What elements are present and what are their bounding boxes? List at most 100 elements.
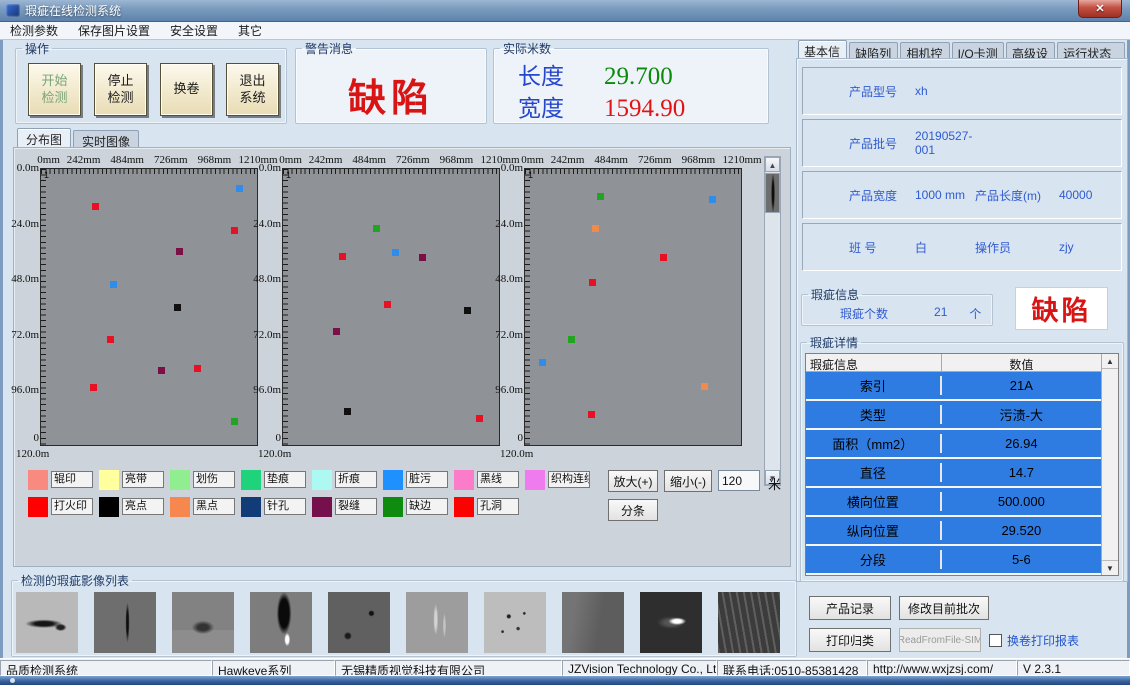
defect-marker-red[interactable] bbox=[107, 336, 114, 343]
defect-marker-black[interactable] bbox=[464, 307, 471, 314]
titlebar: 瑕疵在线检测系统 ✕ bbox=[0, 0, 1130, 22]
meters-unit-label: 米 bbox=[768, 474, 781, 493]
defect-marker-blue[interactable] bbox=[539, 359, 546, 366]
tab-advanced-settings[interactable]: 高级设置 bbox=[1006, 42, 1055, 59]
status-cell-5: 联系电话:0510-85381428 bbox=[717, 660, 867, 676]
defect-marker-green[interactable] bbox=[597, 193, 604, 200]
defect-detail-row[interactable]: 类型污渍-大 bbox=[806, 401, 1101, 430]
defect-image-1[interactable] bbox=[16, 592, 78, 653]
table-scrollbar[interactable]: ▲ ▼ bbox=[1101, 354, 1118, 575]
table-scroll-up-icon[interactable]: ▲ bbox=[1102, 354, 1118, 369]
defect-image-gallery: 检测的瑕疵影像列表 bbox=[11, 572, 797, 657]
defect-image-6[interactable] bbox=[406, 592, 468, 653]
defect-marker-blue[interactable] bbox=[236, 185, 243, 192]
legend-label-box: 辊印 bbox=[51, 471, 93, 488]
defect-image-10[interactable] bbox=[718, 592, 780, 653]
tab-defect-list[interactable]: 缺陷列表 bbox=[849, 42, 898, 59]
defect-marker-green[interactable] bbox=[568, 336, 575, 343]
zoom-out-button[interactable]: 缩小(-) bbox=[664, 470, 712, 492]
defect-detail-row[interactable]: 纵向位置29.520 bbox=[806, 517, 1101, 546]
defect-image-8[interactable] bbox=[562, 592, 624, 653]
reprint-checkbox[interactable] bbox=[989, 634, 1002, 647]
change-roll-button[interactable]: 换卷 bbox=[160, 63, 213, 116]
detail-value: 21A bbox=[942, 378, 1101, 393]
defect-marker-blue[interactable] bbox=[709, 196, 716, 203]
scatter-plot-lane-2[interactable]: 1 bbox=[282, 168, 500, 446]
defect-detail-row[interactable]: 直径14.7 bbox=[806, 459, 1101, 488]
y-tick-label: 48.0m bbox=[495, 273, 523, 285]
defect-marker-green[interactable] bbox=[231, 418, 238, 425]
zoom-in-button[interactable]: 放大(+) bbox=[608, 470, 658, 492]
start-detection-button[interactable]: 开始 检测 bbox=[28, 63, 81, 116]
defect-marker-orange[interactable] bbox=[592, 225, 599, 232]
exit-system-button[interactable]: 退出 系统 bbox=[226, 63, 279, 116]
tab-distribution-map[interactable]: 分布图 bbox=[17, 128, 71, 147]
defect-marker-red[interactable] bbox=[660, 254, 667, 261]
print-sort-button[interactable]: 打印归类 bbox=[809, 628, 891, 652]
scrollbar-thumb[interactable] bbox=[765, 173, 780, 213]
y-origin-label: 0 bbox=[34, 432, 40, 444]
defect-marker-red[interactable] bbox=[231, 227, 238, 234]
defect-marker-red[interactable] bbox=[90, 384, 97, 391]
table-header: 瑕疵信息 数值 bbox=[806, 354, 1101, 372]
detail-value: 500.000 bbox=[942, 494, 1101, 509]
defect-marker-maroon[interactable] bbox=[158, 367, 165, 374]
defect-marker-blue[interactable] bbox=[110, 281, 117, 288]
defect-detail-row[interactable]: 面积（mm2）26.94 bbox=[806, 430, 1101, 459]
defect-marker-red[interactable] bbox=[92, 203, 99, 210]
defect-detail-row[interactable]: 索引21A bbox=[806, 372, 1101, 401]
defect-image-9[interactable] bbox=[640, 592, 702, 653]
charts-scrollbar[interactable]: ▲ ▼ bbox=[764, 156, 781, 486]
defect-image-4[interactable] bbox=[250, 592, 312, 653]
zoom-controls: 放大(+) 缩小(-) 米 分条 bbox=[608, 468, 788, 524]
defect-marker-maroon[interactable] bbox=[176, 248, 183, 255]
tab-realtime-image[interactable]: 实时图像 bbox=[73, 130, 139, 147]
menu-item-4[interactable]: 其它 bbox=[228, 21, 272, 40]
windows-taskbar[interactable] bbox=[0, 676, 1130, 685]
product-record-button[interactable]: 产品记录 bbox=[809, 596, 891, 620]
menu-item-3[interactable]: 安全设置 bbox=[160, 21, 228, 40]
tab-camera-control[interactable]: 相机控制 bbox=[900, 42, 949, 59]
split-button[interactable]: 分条 bbox=[608, 499, 658, 521]
menu-item-2[interactable]: 保存图片设置 bbox=[68, 21, 160, 40]
defect-marker-orange[interactable] bbox=[701, 383, 708, 390]
defect-marker-maroon[interactable] bbox=[419, 254, 426, 261]
defect-detail-row[interactable]: 横向位置500.000 bbox=[806, 488, 1101, 517]
defect-marker-red[interactable] bbox=[384, 301, 391, 308]
tab-io-card-test[interactable]: I/O卡测试 bbox=[952, 42, 1004, 59]
stop-detection-button[interactable]: 停止 检测 bbox=[94, 63, 147, 116]
tab-running-status[interactable]: 运行状态信息 bbox=[1057, 42, 1125, 59]
defect-image-7[interactable] bbox=[484, 592, 546, 653]
legend-color-swatch bbox=[525, 470, 545, 490]
defect-image-5[interactable] bbox=[328, 592, 390, 653]
plot-column: 0mm242mm484mm726mm968mm1210mm1 bbox=[282, 154, 500, 446]
legend-color-swatch bbox=[170, 470, 190, 490]
defect-marker-black[interactable] bbox=[174, 304, 181, 311]
table-scroll-down-icon[interactable]: ▼ bbox=[1102, 560, 1118, 575]
defect-image-3[interactable] bbox=[172, 592, 234, 653]
defect-detail-row[interactable]: 分段5-6 bbox=[806, 546, 1101, 575]
defect-marker-red[interactable] bbox=[589, 279, 596, 286]
detail-value: 5-6 bbox=[942, 552, 1101, 567]
x-tick-label: 726mm bbox=[154, 154, 188, 166]
defect-marker-red[interactable] bbox=[476, 415, 483, 422]
close-button[interactable]: ✕ bbox=[1078, 0, 1122, 18]
defect-marker-maroon[interactable] bbox=[333, 328, 340, 335]
product-info-row-2: 产品批号20190527-001 bbox=[802, 119, 1122, 167]
defect-marker-blue[interactable] bbox=[392, 249, 399, 256]
scatter-plot-lane-1[interactable]: 1 bbox=[40, 168, 258, 446]
defect-marker-green[interactable] bbox=[373, 225, 380, 232]
scatter-plot-lane-3[interactable]: 1 bbox=[524, 168, 742, 446]
read-from-file-button[interactable]: ReadFromFile-SIM bbox=[899, 628, 981, 652]
scroll-up-icon[interactable]: ▲ bbox=[765, 157, 780, 172]
defect-marker-red[interactable] bbox=[194, 365, 201, 372]
tab-basic-info[interactable]: 基本信息 bbox=[798, 40, 847, 59]
defect-marker-red[interactable] bbox=[339, 253, 346, 260]
defect-marker-red[interactable] bbox=[588, 411, 595, 418]
defect-image-2[interactable] bbox=[94, 592, 156, 653]
defect-marker-black[interactable] bbox=[344, 408, 351, 415]
menu-item-1[interactable]: 检测参数 bbox=[0, 21, 68, 40]
meters-range-input[interactable] bbox=[718, 470, 760, 491]
y-axis-lane-3: 0.0m24.0m48.0m72.0m96.0m0120.0m bbox=[500, 168, 524, 446]
modify-batch-button[interactable]: 修改目前批次 bbox=[899, 596, 989, 620]
